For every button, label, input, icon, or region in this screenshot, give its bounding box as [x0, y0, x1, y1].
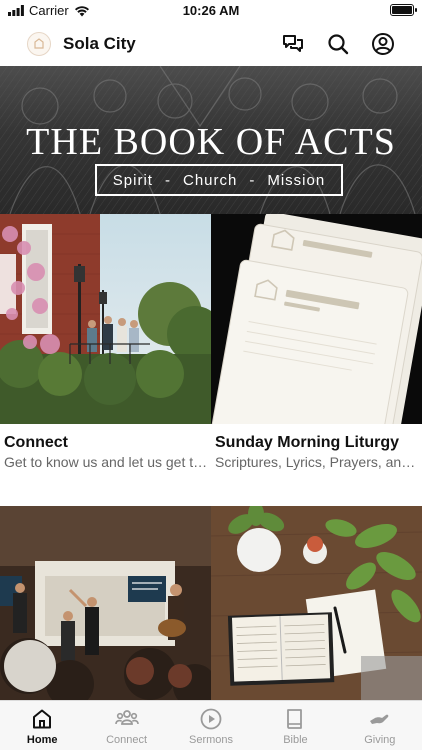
home-icon	[33, 709, 52, 729]
tagline-mission: Mission	[267, 171, 326, 189]
connect-card[interactable]: Connect Get to know us and let us get to…	[0, 214, 211, 470]
book-icon	[287, 709, 303, 729]
tab-giving-label: Giving	[364, 734, 396, 746]
tagline-separator: -	[164, 171, 171, 189]
liturgy-card-image	[211, 214, 422, 424]
tagline-spirit: Spirit	[112, 171, 153, 189]
tab-bible-label: Bible	[283, 734, 308, 746]
tab-sermons[interactable]: Sermons	[169, 701, 253, 750]
status-bar: Carrier 10:26 AM	[0, 0, 422, 22]
liturgy-card[interactable]: Sunday Morning Liturgy Scriptures, Lyric…	[211, 214, 422, 470]
liturgy-card-subtitle: Scriptures, Lyrics, Prayers, and more	[215, 454, 419, 470]
tab-connect-label: Connect	[106, 734, 148, 746]
logo-mark-icon	[34, 38, 44, 49]
hand-icon	[369, 714, 389, 724]
hero-title: THE BOOK OF ACTS	[26, 121, 396, 163]
account-icon[interactable]	[371, 32, 395, 56]
church-logo[interactable]	[27, 32, 51, 56]
play-icon	[200, 708, 222, 730]
battery-icon	[390, 4, 417, 16]
worship-card-image	[0, 506, 211, 700]
bible-card[interactable]	[211, 506, 422, 700]
hero-banner[interactable]: THE BOOK OF ACTS Spirit - Church - Missi…	[0, 66, 422, 214]
tagline-church: Church	[182, 171, 238, 189]
app-title: Sola City	[63, 34, 136, 53]
tab-bar: Home Connect Sermons Bible Giving	[0, 700, 422, 750]
people-icon	[114, 710, 139, 725]
tab-sermons-label: Sermons	[189, 734, 234, 746]
connect-card-image	[0, 214, 211, 424]
tab-home-label: Home	[26, 734, 58, 746]
bible-card-image	[211, 506, 422, 700]
liturgy-card-title: Sunday Morning Liturgy	[215, 434, 399, 451]
tab-home[interactable]: Home	[0, 701, 84, 750]
search-icon[interactable]	[326, 32, 350, 56]
tagline-separator: -	[249, 171, 256, 189]
status-time: 10:26 AM	[182, 3, 240, 18]
hero-tagline-box: Spirit - Church - Mission	[95, 164, 343, 196]
tab-bible[interactable]: Bible	[253, 701, 337, 750]
connect-card-title: Connect	[4, 434, 68, 451]
connect-card-subtitle: Get to know us and let us get to know yo…	[4, 454, 208, 470]
app-header: Sola City	[0, 22, 422, 66]
tab-giving[interactable]: Giving	[338, 701, 422, 750]
tab-connect[interactable]: Connect	[84, 701, 168, 750]
worship-card[interactable]	[0, 506, 211, 700]
messages-icon[interactable]	[281, 32, 305, 56]
